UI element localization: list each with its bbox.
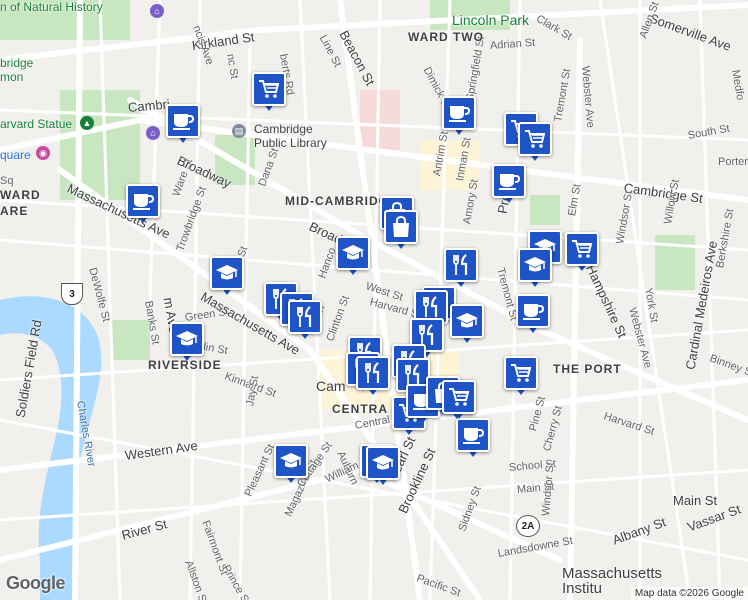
map-marker-grocery[interactable] bbox=[565, 232, 599, 274]
graduation-cap-icon bbox=[366, 446, 400, 480]
fork-knife-icon bbox=[356, 356, 390, 390]
area-label-ward-left: WARD bbox=[0, 188, 41, 202]
map-marker-cafe[interactable] bbox=[126, 184, 160, 226]
map-marker-school[interactable] bbox=[336, 236, 370, 278]
street-label-main-e: Main St bbox=[673, 493, 718, 508]
route-shield-us-3: 3 bbox=[61, 283, 83, 305]
map-marker-grocery[interactable] bbox=[442, 380, 476, 422]
windsor-road bbox=[567, 37, 583, 600]
shopping-bag-icon bbox=[384, 210, 418, 244]
shopping-cart-icon bbox=[252, 72, 286, 106]
map-marker-restaurant[interactable] bbox=[444, 248, 478, 290]
area-label-ward-two: WARD TWO bbox=[408, 30, 484, 44]
google-logo[interactable]: Google bbox=[6, 573, 66, 594]
map-marker-cafe[interactable] bbox=[456, 418, 490, 460]
shopping-cart-icon bbox=[442, 380, 476, 414]
graduation-cap-icon bbox=[274, 444, 308, 478]
shopping-cart-icon bbox=[565, 232, 599, 266]
map-marker-cafe[interactable] bbox=[516, 294, 550, 336]
map-marker-restaurant[interactable] bbox=[356, 356, 390, 398]
park-port bbox=[530, 195, 560, 225]
shopping-cart-icon bbox=[504, 356, 538, 390]
graduation-cap-icon bbox=[170, 322, 204, 356]
map-marker-school[interactable] bbox=[518, 248, 552, 290]
map-marker-cafe[interactable] bbox=[442, 96, 476, 138]
city-label-cambridge: Cam bbox=[316, 378, 346, 394]
museum-icon: ⌂ bbox=[150, 4, 164, 18]
park-riverside bbox=[110, 320, 150, 360]
route-shield-ma-2a: 2A bbox=[516, 515, 540, 537]
area-label-are-left: ARE bbox=[0, 204, 29, 218]
map-marker-cafe[interactable] bbox=[492, 164, 526, 206]
area-label-central: CENTRA bbox=[332, 402, 388, 416]
statue-icon: ▲ bbox=[80, 116, 94, 130]
fork-knife-icon bbox=[288, 300, 322, 334]
graduation-cap-icon bbox=[450, 304, 484, 338]
coffee-cup-icon bbox=[456, 418, 490, 452]
poi-label-cambridge-public-library: Cambridge Public Library bbox=[254, 122, 327, 150]
graduation-cap-icon bbox=[518, 248, 552, 282]
coffee-cup-icon bbox=[516, 294, 550, 328]
map-marker-school[interactable] bbox=[210, 256, 244, 298]
map-marker-school[interactable] bbox=[170, 322, 204, 364]
map-canvas[interactable]: Kirkland St Beacon St Line St Dimick St … bbox=[0, 0, 748, 600]
hospital-area bbox=[360, 90, 400, 150]
poi-label-natural-history: n of Natural History bbox=[0, 0, 103, 14]
map-attribution[interactable]: Map data ©2026 Google bbox=[630, 587, 748, 600]
coffee-cup-icon bbox=[442, 96, 476, 130]
map-marker-school[interactable] bbox=[366, 446, 400, 488]
library-icon: ▤ bbox=[232, 124, 246, 138]
poi-label-harvard-square: quare bbox=[0, 148, 31, 162]
coffee-cup-icon bbox=[492, 164, 526, 198]
university-icon: ⌂ bbox=[146, 126, 160, 140]
poi-label-cambridge-common: bridge mon bbox=[0, 56, 34, 84]
map-marker-school[interactable] bbox=[274, 444, 308, 486]
shopping-cart-icon bbox=[518, 122, 552, 156]
map-marker-cafe[interactable] bbox=[166, 104, 200, 146]
coffee-cup-icon bbox=[166, 104, 200, 138]
graduation-cap-icon bbox=[210, 256, 244, 290]
camera-icon: ◉ bbox=[36, 146, 50, 160]
map-marker-grocery[interactable] bbox=[504, 356, 538, 398]
poi-label-lincoln-park: Lincoln Park bbox=[452, 12, 530, 28]
street-label-porter: Porter bbox=[718, 156, 748, 168]
graduation-cap-icon bbox=[336, 236, 370, 270]
street-label-sq-left: Sq bbox=[0, 175, 14, 187]
coffee-cup-icon bbox=[126, 184, 160, 218]
fork-knife-icon bbox=[444, 248, 478, 282]
map-marker-shopping[interactable] bbox=[384, 210, 418, 252]
map-marker-restaurant[interactable] bbox=[288, 300, 322, 342]
area-label-the-port: THE PORT bbox=[553, 362, 622, 376]
map-marker-grocery[interactable] bbox=[252, 72, 286, 114]
map-marker-grocery[interactable] bbox=[518, 122, 552, 164]
map-marker-school[interactable] bbox=[450, 304, 484, 346]
poi-label-harvard-statue: arvard Statue bbox=[0, 117, 73, 131]
